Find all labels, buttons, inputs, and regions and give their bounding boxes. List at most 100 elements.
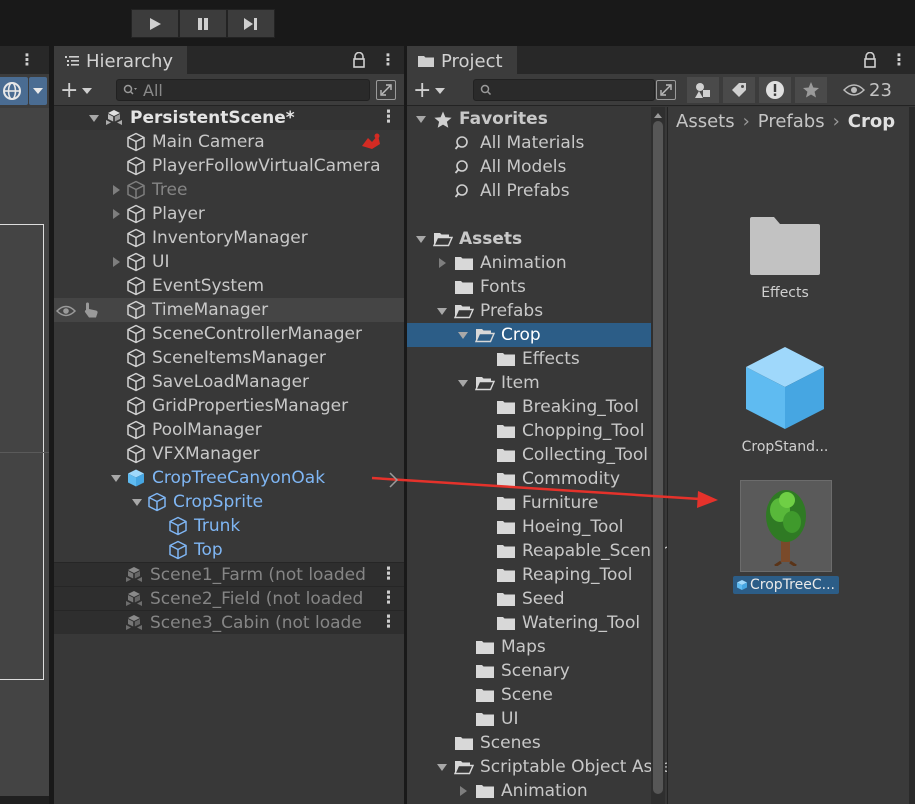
breadcrumb-item-crop[interactable]: Crop (848, 111, 895, 132)
filter-by-log-button[interactable] (759, 77, 791, 103)
hierarchy-item[interactable]: UI (54, 250, 404, 274)
step-button[interactable] (227, 9, 275, 38)
hierarchy-item[interactable]: TimeManager (54, 298, 404, 322)
breadcrumb-item-assets[interactable]: Assets (676, 111, 735, 132)
project-tree-item[interactable]: UI (407, 707, 651, 731)
project-tree-scrollbar[interactable] (651, 107, 665, 804)
gizmo-dropdown-button[interactable] (29, 77, 47, 105)
hierarchy-item[interactable]: PlayerFollowVirtualCamera (54, 154, 404, 178)
project-tree-item[interactable]: Furniture (407, 491, 651, 515)
expand-arrow-down-icon[interactable] (88, 112, 100, 124)
project-tree-item[interactable]: Reapable_Scenary (407, 539, 678, 563)
project-tree-item[interactable]: Seed (407, 587, 651, 611)
breadcrumb-item-prefabs[interactable]: Prefabs (758, 111, 825, 132)
hierarchy-item[interactable]: CropTreeCanyonOak (54, 466, 404, 490)
project-tree-item[interactable]: All Prefabs (407, 179, 651, 203)
expand-arrow-down-icon[interactable] (436, 761, 448, 773)
project-tree-item[interactable]: All Materials (407, 131, 651, 155)
hierarchy-item[interactable]: CropSprite (54, 490, 404, 514)
project-tree-item[interactable]: Watering_Tool (407, 611, 651, 635)
project-tree-item[interactable]: Collecting_Tool (407, 443, 651, 467)
scene-viewport[interactable] (0, 108, 49, 804)
project-tree-item[interactable]: Maps (407, 635, 651, 659)
hierarchy-item[interactable]: Player (54, 202, 404, 226)
project-tree-item[interactable]: Prefabs (407, 299, 651, 323)
pickable-hand-icon[interactable] (82, 301, 100, 324)
maximize-scene-button[interactable] (376, 80, 396, 100)
tab-project[interactable]: Project (407, 46, 517, 74)
project-tree-item[interactable]: Favorites (407, 107, 651, 131)
visibility-eye-icon[interactable] (55, 303, 77, 323)
more-menu-icon[interactable]: ⋮ (380, 612, 397, 632)
expand-arrow-right-icon[interactable] (110, 208, 122, 220)
project-tree-item[interactable]: Crop (407, 323, 651, 347)
expand-arrow-right-icon[interactable] (457, 785, 469, 797)
hierarchy-item[interactable]: PersistentScene* ⋮ (54, 106, 404, 130)
hierarchy-item[interactable]: GridPropertiesManager (54, 394, 404, 418)
hierarchy-item[interactable]: InventoryManager (54, 226, 404, 250)
hierarchy-item[interactable]: PoolManager (54, 418, 404, 442)
pause-button[interactable] (179, 9, 227, 38)
hierarchy-search-input[interactable]: All (116, 79, 370, 101)
hierarchy-item[interactable]: Scene1_Farm (not loaded ⋮ (54, 562, 404, 586)
gizmo-sphere-button[interactable] (0, 77, 28, 105)
lock-icon[interactable] (352, 51, 366, 68)
project-tree-item[interactable]: Chopping_Tool (407, 419, 651, 443)
asset-tile-croptreec[interactable]: CropTreeC... (730, 480, 842, 594)
hierarchy-item[interactable]: Tree (54, 178, 404, 202)
hierarchy-item[interactable]: Top (54, 538, 404, 562)
expand-arrow-down-icon[interactable] (436, 305, 448, 317)
project-tree-item[interactable]: Assets (407, 227, 651, 251)
scrollbar-thumb[interactable] (653, 121, 663, 794)
project-tree-item[interactable]: All Models (407, 155, 651, 179)
project-tree-item[interactable]: Scenary (407, 659, 651, 683)
hierarchy-item[interactable]: Trunk (54, 514, 404, 538)
hierarchy-item[interactable]: Scene2_Field (not loaded ⋮ (54, 586, 404, 610)
project-tree-item[interactable]: Commodity (407, 467, 651, 491)
hierarchy-item[interactable]: SceneItemsManager (54, 346, 404, 370)
asset-tile-cropstand[interactable]: CropStand... (728, 345, 842, 455)
create-asset-button[interactable]: + (413, 78, 446, 103)
project-tree-item[interactable]: Scenes (407, 731, 651, 755)
project-tree-item[interactable]: Item (407, 371, 651, 395)
more-menu-icon[interactable]: ⋮ (891, 50, 907, 69)
hierarchy-item[interactable]: Scene3_Cabin (not loade ⋮ (54, 610, 404, 634)
expand-arrow-down-icon[interactable] (457, 377, 469, 389)
lock-icon[interactable] (863, 51, 877, 68)
hidden-packages-button[interactable]: 23 (843, 77, 913, 103)
expand-arrow-right-icon[interactable] (110, 184, 122, 196)
hierarchy-item[interactable]: SaveLoadManager (54, 370, 404, 394)
hierarchy-item[interactable]: SceneControllerManager (54, 322, 404, 346)
project-tree-item[interactable]: Fonts (407, 275, 651, 299)
filter-by-label-button[interactable] (723, 77, 755, 103)
hierarchy-item[interactable]: VFXManager (54, 442, 404, 466)
more-menu-icon[interactable]: ⋮ (19, 50, 35, 69)
more-menu-icon[interactable]: ⋮ (380, 107, 397, 127)
expand-arrow-right-icon[interactable] (436, 257, 448, 269)
project-tree-item[interactable]: Scriptable Object Assets (407, 755, 687, 779)
asset-tile-effects[interactable]: Effects (730, 215, 840, 301)
project-search-input[interactable] (473, 79, 655, 101)
project-tree-item[interactable]: Effects (407, 347, 651, 371)
more-menu-icon[interactable]: ⋮ (380, 588, 397, 608)
project-tree-item[interactable]: Reaping_Tool (407, 563, 651, 587)
scroll-up-icon[interactable] (651, 109, 665, 121)
expand-arrow-down-icon[interactable] (415, 233, 427, 245)
expand-arrow-down-icon[interactable] (110, 472, 122, 484)
search-scope-button[interactable] (656, 80, 676, 100)
expand-arrow-down-icon[interactable] (457, 329, 469, 341)
create-button[interactable]: + (60, 78, 93, 103)
expand-arrow-right-icon[interactable] (110, 256, 122, 268)
filter-by-type-button[interactable] (687, 77, 719, 103)
expand-arrow-down-icon[interactable] (131, 496, 143, 508)
hierarchy-item[interactable]: EventSystem (54, 274, 404, 298)
tab-hierarchy[interactable]: Hierarchy (54, 46, 188, 74)
favorites-filter-button[interactable] (795, 77, 827, 103)
project-tree-item[interactable]: Scene (407, 683, 651, 707)
hierarchy-item[interactable]: Main Camera (54, 130, 404, 154)
project-tree-item[interactable]: Hoeing_Tool (407, 515, 651, 539)
project-tree-item[interactable]: Breaking_Tool (407, 395, 651, 419)
project-tree-item[interactable]: Animation (407, 779, 651, 803)
play-button[interactable] (131, 9, 179, 38)
expand-arrow-down-icon[interactable] (415, 113, 427, 125)
